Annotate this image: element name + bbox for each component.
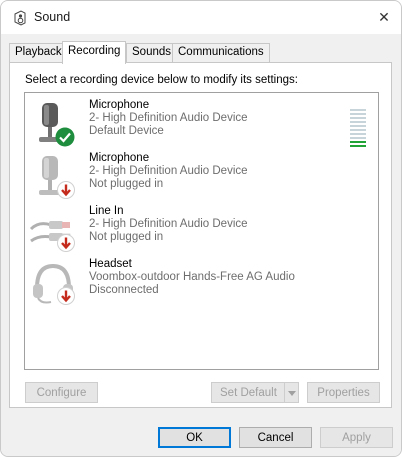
list-item-microphone-unplugged[interactable]: Microphone 2- High Definition Audio Devi… [29, 152, 374, 204]
dropdown-arrow-icon [287, 387, 296, 399]
cancel-button[interactable]: Cancel [239, 427, 312, 448]
set-default-dropdown[interactable] [284, 383, 298, 402]
device-text: Headset Voombox-outdoor Hands-Free AG Au… [89, 258, 295, 297]
window-title: Sound [34, 10, 71, 24]
device-status: Not plugged in [89, 231, 164, 243]
level-meter-bar [350, 133, 366, 135]
properties-button[interactable]: Properties [307, 382, 380, 403]
red-down-arrow-icon [57, 234, 75, 255]
device-name: Headset [89, 258, 132, 270]
level-meter-bar [350, 121, 366, 123]
device-driver: 2- High Definition Audio Device [89, 165, 248, 177]
tab-playback[interactable]: Playback [9, 43, 68, 62]
level-meter-bar [350, 113, 366, 115]
recording-tab-panel: Select a recording device below to modif… [9, 62, 392, 408]
level-meter [350, 109, 366, 149]
title-bar: Sound ✕ [1, 1, 401, 34]
level-meter-bar [350, 141, 366, 143]
tab-communications[interactable]: Communications [172, 43, 270, 62]
speaker-app-icon [13, 10, 27, 26]
list-item-headset[interactable]: Headset Voombox-outdoor Hands-Free AG Au… [29, 258, 374, 310]
red-down-arrow-icon [57, 287, 75, 308]
red-down-arrow-icon [57, 181, 75, 202]
device-text: Microphone 2- High Definition Audio Devi… [89, 152, 248, 191]
set-default-button[interactable]: Set Default [211, 382, 299, 403]
green-check-icon [55, 127, 75, 150]
device-driver: 2- High Definition Audio Device [89, 218, 248, 230]
device-text: Line In 2- High Definition Audio Device … [89, 205, 248, 244]
set-default-label: Set Default [220, 386, 277, 399]
device-name: Microphone [89, 99, 150, 111]
apply-button[interactable]: Apply [320, 427, 393, 448]
tab-recording[interactable]: Recording [62, 41, 127, 64]
close-button[interactable]: ✕ [367, 1, 401, 34]
device-driver: 2- High Definition Audio Device [89, 112, 248, 124]
list-item-microphone-default[interactable]: Microphone 2- High Definition Audio Devi… [29, 99, 374, 151]
device-status: Default Device [89, 125, 164, 137]
level-meter-bar [350, 137, 366, 139]
level-meter-bar [350, 129, 366, 131]
sound-dialog: Sound ✕ Playback Recording Sounds Commun… [0, 0, 402, 457]
device-name: Microphone [89, 152, 150, 164]
level-meter-bar [350, 117, 366, 119]
tab-sounds[interactable]: Sounds [126, 43, 178, 62]
device-status: Disconnected [89, 284, 159, 296]
level-meter-bar [350, 109, 366, 111]
device-list[interactable]: Microphone 2- High Definition Audio Devi… [24, 92, 379, 370]
level-meter-bar [350, 125, 366, 127]
level-meter-bar [350, 145, 366, 147]
device-status: Not plugged in [89, 178, 164, 190]
dialog-client-area: Playback Recording Sounds Communications… [1, 34, 401, 456]
instruction-text: Select a recording device below to modif… [25, 74, 298, 86]
configure-button[interactable]: Configure [25, 382, 98, 403]
device-text: Microphone 2- High Definition Audio Devi… [89, 99, 248, 138]
device-name: Line In [89, 205, 124, 217]
ok-button[interactable]: OK [158, 427, 231, 448]
device-driver: Voombox-outdoor Hands-Free AG Audio [89, 271, 295, 283]
close-icon: ✕ [378, 9, 390, 26]
list-item-line-in[interactable]: Line In 2- High Definition Audio Device … [29, 205, 374, 257]
